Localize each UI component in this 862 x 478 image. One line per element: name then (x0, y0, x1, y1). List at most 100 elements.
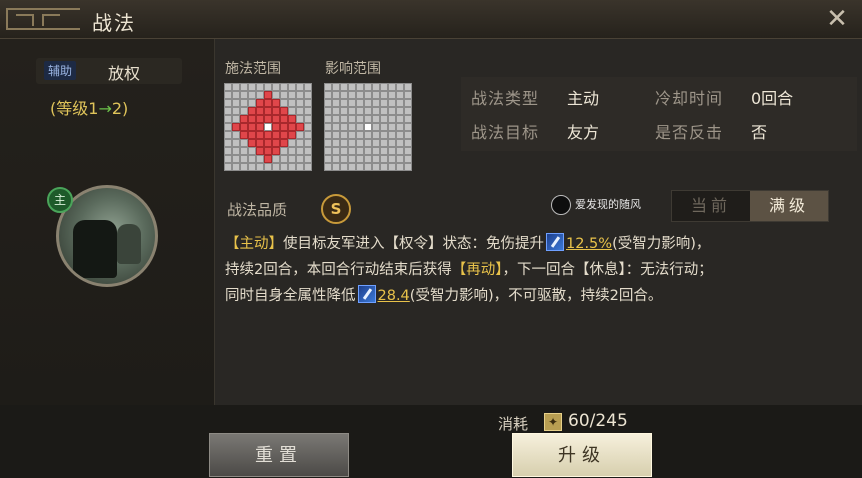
range-cell (356, 139, 364, 147)
range-cell (272, 83, 280, 91)
range-cell (332, 91, 340, 99)
skill-detail-panel: 施法范围 影响范围 战法类型 主动 冷却时间 0回合 战法目标 友方 是否反击 … (214, 39, 862, 405)
range-cell (288, 115, 296, 123)
toggle-max-level[interactable]: 满级 (750, 191, 828, 221)
range-cell (340, 147, 348, 155)
range-cell (388, 155, 396, 163)
range-cell (304, 139, 312, 147)
range-cell (364, 115, 372, 123)
range-cell (388, 99, 396, 107)
cost-value: 60/245 (568, 411, 628, 431)
title-ornament-icon (6, 8, 80, 30)
target-value: 友方 (567, 123, 600, 142)
range-cell (248, 107, 256, 115)
range-cell (324, 83, 332, 91)
range-cell (240, 123, 248, 131)
range-cell (356, 115, 364, 123)
range-cell (340, 107, 348, 115)
range-cell (388, 83, 396, 91)
range-cell (340, 123, 348, 131)
close-icon[interactable]: ✕ (824, 6, 850, 32)
range-cell (348, 131, 356, 139)
range-cell (256, 155, 264, 163)
range-cell (248, 83, 256, 91)
range-cell (296, 115, 304, 123)
range-cell (296, 83, 304, 91)
range-cell (380, 115, 388, 123)
range-cell (288, 91, 296, 99)
range-cell (348, 123, 356, 131)
range-cell (340, 139, 348, 147)
range-cell (388, 107, 396, 115)
range-cell (248, 139, 256, 147)
leader-badge: 主 (47, 187, 73, 213)
range-cell (332, 115, 340, 123)
range-cell (264, 155, 272, 163)
skill-name-plate: 辅助 放权 (36, 58, 182, 84)
range-cell (364, 147, 372, 155)
range-cell (232, 91, 240, 99)
desc-line1-after: (受智力影响)， (612, 236, 711, 252)
effect-range-label: 影响范围 (325, 61, 381, 77)
range-cell (404, 131, 412, 139)
range-cell (332, 99, 340, 107)
range-cell (396, 123, 404, 131)
range-cell (224, 83, 232, 91)
level-toggle: 当前 满级 (671, 190, 829, 222)
range-cell (240, 139, 248, 147)
range-cell (332, 123, 340, 131)
range-cell (280, 131, 288, 139)
counter-label: 是否反击 (655, 123, 724, 142)
range-cell (232, 115, 240, 123)
watermark-text: 爱发现的随风 (575, 198, 641, 211)
range-cell (256, 123, 264, 131)
level-suffix: 2) (111, 99, 129, 118)
range-cell (296, 147, 304, 155)
range-cell (232, 131, 240, 139)
range-cell (296, 99, 304, 107)
range-cell (356, 163, 364, 171)
range-cell (372, 147, 380, 155)
range-cell (372, 123, 380, 131)
range-cell (364, 139, 372, 147)
range-cell (396, 147, 404, 155)
range-cell (288, 147, 296, 155)
counter-value: 否 (751, 123, 768, 142)
range-cell (304, 163, 312, 171)
range-cell (372, 115, 380, 123)
upgrade-button[interactable]: 升级 (512, 433, 652, 477)
range-cell (280, 107, 288, 115)
desc-line3: 同时自身全属性降低 (225, 288, 356, 304)
range-cell (280, 163, 288, 171)
range-cell (404, 147, 412, 155)
range-cell (272, 147, 280, 155)
reset-button[interactable]: 重置 (209, 433, 349, 477)
range-cell (404, 155, 412, 163)
range-cell (380, 155, 388, 163)
range-cell (224, 99, 232, 107)
toggle-current-level[interactable]: 当前 (672, 191, 750, 221)
range-cell (372, 163, 380, 171)
range-cell (288, 163, 296, 171)
range-cell (224, 115, 232, 123)
range-cell (272, 139, 280, 147)
range-cell (296, 139, 304, 147)
range-cell (356, 83, 364, 91)
range-cell (240, 163, 248, 171)
range-cell (240, 107, 248, 115)
cast-range-grid (224, 83, 312, 171)
range-cell (324, 139, 332, 147)
range-cell (288, 155, 296, 163)
range-cell (364, 131, 372, 139)
range-cell (372, 107, 380, 115)
range-cell (288, 139, 296, 147)
level-prefix: (等级1 (50, 99, 99, 118)
range-cell (280, 83, 288, 91)
range-cell (404, 163, 412, 171)
range-cell (280, 155, 288, 163)
range-cell (296, 163, 304, 171)
range-cell (364, 99, 372, 107)
range-cell (264, 99, 272, 107)
quality-label: 战法品质 (227, 201, 288, 219)
range-cell (280, 99, 288, 107)
